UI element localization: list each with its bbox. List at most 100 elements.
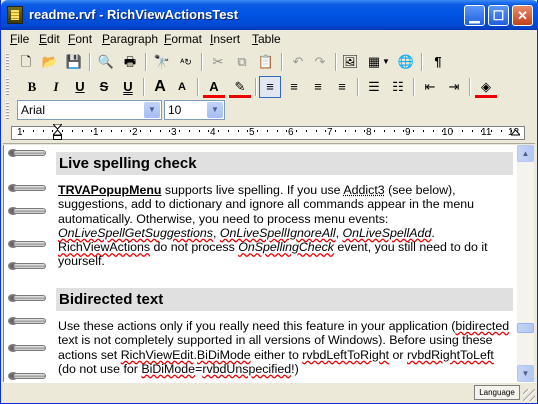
left-indent-marker[interactable] xyxy=(53,124,62,140)
numbering-icon[interactable]: ☷ xyxy=(387,76,409,98)
ruler-tick xyxy=(218,130,219,132)
show-special-characters-icon[interactable]: ¶ xyxy=(427,51,449,73)
align-center-button[interactable]: ≡ xyxy=(283,76,305,98)
copy-icon[interactable]: ⧉ xyxy=(231,51,253,73)
toolbar-separator xyxy=(145,53,147,71)
print-icon[interactable]: 🖶 xyxy=(119,51,141,73)
ruler[interactable]: 1 1 2 3 4 5 6 7 8 9 10 11 12 xyxy=(3,124,535,144)
print-preview-icon[interactable]: 🔍 xyxy=(95,51,117,73)
ruler-tick xyxy=(296,130,297,132)
ruler-tick xyxy=(23,130,24,132)
maximize-button[interactable]: ☐ xyxy=(488,5,509,26)
vertical-scrollbar[interactable]: ▲ ▼ xyxy=(517,145,534,382)
insert-picture-icon[interactable]: 🖼 xyxy=(339,51,361,73)
scroll-thumb[interactable] xyxy=(517,323,534,333)
insert-hyperlink-icon[interactable]: 🌐 xyxy=(395,51,417,73)
find-icon[interactable]: 🔭 xyxy=(151,51,173,73)
ruler-number: 11 xyxy=(481,127,492,138)
bullets-icon[interactable]: ☰ xyxy=(363,76,385,98)
toolbar-grip[interactable] xyxy=(6,78,9,96)
font-size-value: 10 xyxy=(168,103,182,117)
scroll-up-button[interactable]: ▲ xyxy=(517,145,534,162)
new-icon[interactable]: 🗋 xyxy=(15,51,37,73)
right-indent-marker[interactable] xyxy=(511,124,520,140)
ruler-number: 5 xyxy=(249,127,255,138)
scroll-down-button[interactable]: ▼ xyxy=(517,365,534,382)
close-button[interactable]: ✕ xyxy=(512,5,533,26)
bold-button[interactable]: B xyxy=(21,76,43,98)
increase-indent-icon[interactable]: ⇥ xyxy=(443,76,465,98)
underline-button[interactable]: U xyxy=(69,76,91,98)
ruler-tick xyxy=(179,130,180,132)
ruler-tick xyxy=(227,130,229,132)
ruler-number: 3 xyxy=(171,127,177,138)
strikeout-button[interactable]: S xyxy=(93,76,115,98)
align-left-button[interactable]: ≡ xyxy=(259,76,281,98)
ruler-tick xyxy=(481,130,483,132)
title-bar[interactable]: readme.rvf - RichViewActionsTest ▁ ☐ ✕ xyxy=(1,0,538,30)
spiral-ring xyxy=(8,238,46,250)
menu-file[interactable]: File xyxy=(10,32,29,46)
cut-icon[interactable]: ✂ xyxy=(207,51,229,73)
toolbar-separator xyxy=(89,53,91,71)
ruler-tick xyxy=(130,130,132,132)
spiral-ring xyxy=(8,260,46,272)
ruler-tick xyxy=(140,130,141,132)
ruler-tick xyxy=(335,130,336,132)
ruler-tick xyxy=(325,130,327,132)
menu-insert[interactable]: Insert xyxy=(210,32,240,46)
font-size-combo[interactable]: 10 ▼ xyxy=(164,100,225,120)
paragraph-color-icon[interactable]: ◈ xyxy=(475,76,497,98)
decrease-indent-icon[interactable]: ⇤ xyxy=(419,76,441,98)
ruler-tick xyxy=(344,130,346,132)
font-color-icon[interactable]: A xyxy=(203,76,225,98)
ruler-tick xyxy=(247,130,249,132)
chevron-down-icon[interactable]: ▼ xyxy=(381,51,391,73)
language-button[interactable]: Language xyxy=(474,385,520,400)
grow-font-icon[interactable]: A xyxy=(149,76,171,98)
paste-icon[interactable]: 📋 xyxy=(255,51,277,73)
overline-button[interactable]: U xyxy=(117,76,139,98)
font-name-combo[interactable]: Arial ▼ xyxy=(17,100,162,120)
toolbar-grip[interactable] xyxy=(6,53,9,71)
ruler-tick xyxy=(32,130,34,132)
ruler-tick xyxy=(71,130,73,132)
addict3-link[interactable]: Addict3 xyxy=(343,183,384,197)
app-icon[interactable] xyxy=(7,6,23,24)
align-justify-button[interactable]: ≡ xyxy=(331,76,353,98)
toolbar-separator xyxy=(335,53,337,71)
italic-button[interactable]: I xyxy=(45,76,67,98)
menu-font[interactable]: Font xyxy=(68,32,92,46)
highlight-icon[interactable]: ✎ xyxy=(229,76,251,98)
ruler-tick xyxy=(461,130,463,132)
ruler-tick xyxy=(169,130,171,132)
ruler-tick xyxy=(315,130,317,132)
ruler-number: 8 xyxy=(366,127,372,138)
shrink-font-icon[interactable]: A xyxy=(171,76,193,98)
menu-edit[interactable]: Edit xyxy=(39,32,60,46)
redo-icon[interactable]: ↷ xyxy=(309,51,331,73)
spiral-ring xyxy=(8,342,46,354)
menu-format[interactable]: Format xyxy=(164,32,202,46)
undo-icon[interactable]: ↶ xyxy=(287,51,309,73)
menu-table[interactable]: Table xyxy=(252,32,281,46)
align-right-button[interactable]: ≡ xyxy=(307,76,329,98)
chevron-down-icon[interactable]: ▼ xyxy=(207,102,223,118)
ruler-tick xyxy=(276,130,278,132)
chevron-down-icon[interactable]: ▼ xyxy=(144,102,160,118)
ruler-tick xyxy=(237,130,239,132)
toolbar-separator xyxy=(421,53,423,71)
ruler-tick xyxy=(62,130,63,132)
ruler-tick xyxy=(266,130,268,132)
replace-icon[interactable]: ᴬ↻ xyxy=(175,51,197,73)
editor-area[interactable]: Live spelling check TRVAPopupMenu suppor… xyxy=(3,145,517,382)
resize-grip[interactable] xyxy=(523,389,535,401)
ruler-number: 2 xyxy=(132,127,138,138)
minimize-button[interactable]: ▁ xyxy=(464,5,485,26)
save-icon[interactable]: 💾 xyxy=(63,51,85,73)
toolbar-grip[interactable] xyxy=(6,102,9,120)
ruler-tick xyxy=(101,130,102,132)
spiral-ring xyxy=(8,182,46,194)
open-icon[interactable]: 📂 xyxy=(39,51,61,73)
menu-paragraph[interactable]: Paragraph xyxy=(102,32,158,46)
